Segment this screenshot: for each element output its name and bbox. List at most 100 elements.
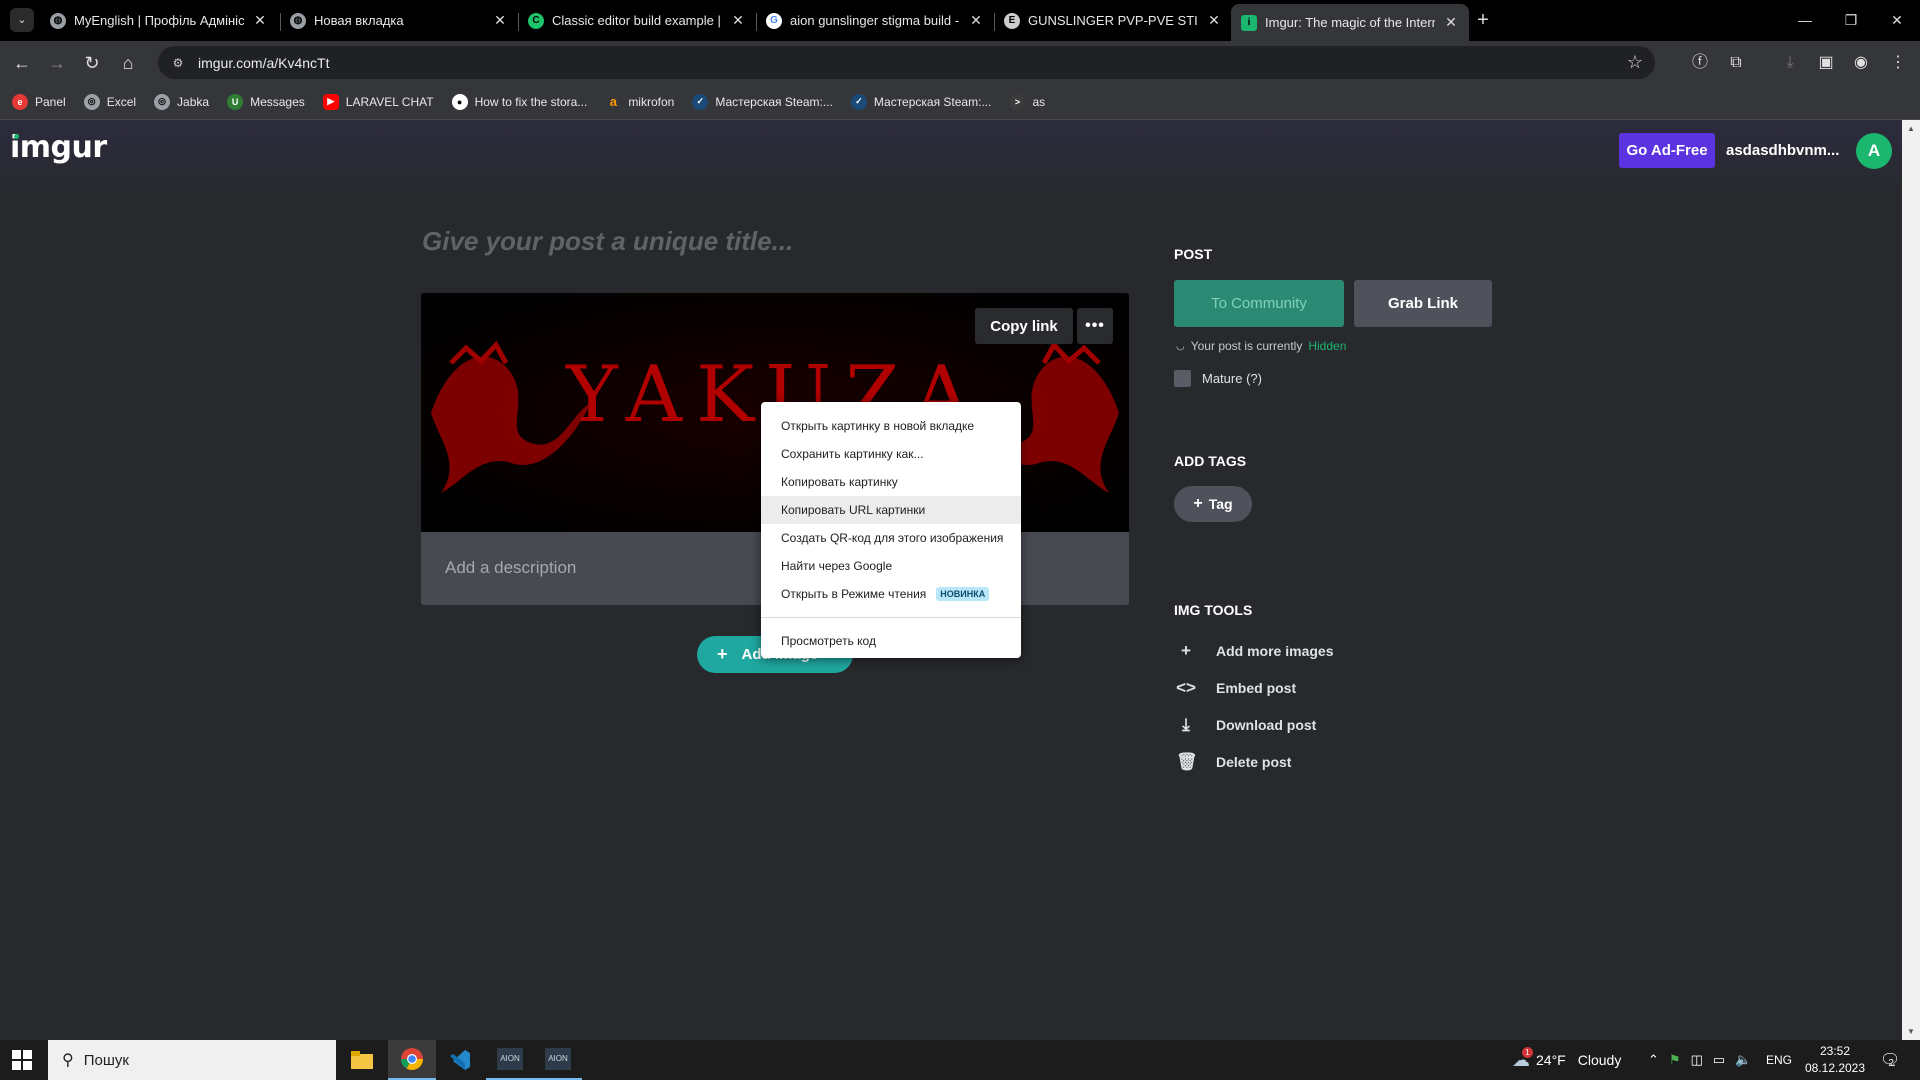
tab-strip: ⌄ ◍ MyEnglish | Профіль Адміністр ✕ ◍ Но…: [0, 0, 1920, 41]
network-icon[interactable]: ▭: [1713, 1052, 1725, 1068]
code-icon: <>: [1176, 678, 1196, 697]
aion-app-icon-1[interactable]: AION: [486, 1040, 534, 1080]
bookmark-label: How to fix the stora...: [474, 94, 588, 109]
close-icon[interactable]: ✕: [1206, 12, 1222, 29]
close-icon[interactable]: ✕: [968, 12, 984, 29]
grab-link-button[interactable]: Grab Link: [1354, 280, 1492, 327]
tool-label: Add more images: [1216, 643, 1334, 659]
add-more-images-tool[interactable]: + Add more images: [1176, 641, 1333, 661]
tab-3[interactable]: G aion gunslinger stigma build - S ✕: [756, 4, 994, 37]
chrome-taskbar-icon[interactable]: [388, 1040, 436, 1080]
ctx-create-qr-code[interactable]: Создать QR-код для этого изображения: [761, 524, 1021, 552]
bookmark-steam-2[interactable]: ✓ Мастерская Steam:...: [850, 93, 991, 110]
new-tab-plus-icon[interactable]: +: [1471, 8, 1495, 32]
ctx-copy-image[interactable]: Копировать картинку: [761, 468, 1021, 496]
vscode-icon[interactable]: [436, 1040, 484, 1080]
more-options-button[interactable]: •••: [1077, 308, 1113, 344]
bookmark-jabka[interactable]: ◎ Jabka: [154, 93, 209, 110]
image-context-menu: Открыть картинку в новой вкладке Сохрани…: [761, 402, 1021, 658]
extension-f-icon[interactable]: ⓕ: [1686, 49, 1714, 77]
close-icon[interactable]: ✕: [252, 12, 268, 29]
tab-title: Classic editor build example | C: [552, 13, 722, 28]
bookmark-laravel-chat[interactable]: ▶ LARAVEL CHAT: [322, 93, 434, 110]
page-scrollbar[interactable]: ▲ ▼: [1902, 120, 1920, 1040]
download-post-tool[interactable]: ⤓ Download post: [1176, 715, 1316, 735]
minimize-icon[interactable]: —: [1782, 8, 1828, 32]
close-icon[interactable]: ✕: [730, 12, 746, 29]
delete-post-tool[interactable]: 🗑 Delete post: [1176, 752, 1291, 772]
bookmark-as[interactable]: > as: [1009, 93, 1045, 110]
url-text[interactable]: imgur.com/a/Kv4ncTt: [198, 55, 330, 71]
forward-arrow-icon[interactable]: →: [43, 49, 71, 77]
ctx-reading-mode-label: Открыть в Режиме чтения: [781, 587, 927, 601]
ctx-open-reading-mode[interactable]: Открыть в Режиме чтения НОВИНКА: [761, 580, 1021, 608]
post-status: ◡ Your post is currently Hidden: [1176, 339, 1346, 353]
bookmark-mikrofon[interactable]: a mikrofon: [605, 94, 675, 110]
upwork-icon: U: [227, 93, 244, 110]
to-community-button[interactable]: To Community: [1174, 280, 1344, 327]
reload-icon[interactable]: ↻: [78, 49, 106, 77]
back-arrow-icon[interactable]: ←: [8, 49, 36, 77]
meet-icon[interactable]: ◫: [1691, 1052, 1703, 1068]
language-indicator[interactable]: ENG: [1766, 1040, 1792, 1080]
bookmark-fix-storage[interactable]: ● How to fix the stora...: [451, 93, 588, 110]
notification-center-icon[interactable]: 🗨 2: [1880, 1040, 1900, 1080]
kebab-menu-icon[interactable]: ⋮: [1884, 49, 1912, 77]
speaker-muted-icon[interactable]: 🔈: [1735, 1052, 1751, 1068]
file-explorer-icon[interactable]: [338, 1040, 386, 1080]
downloads-icon[interactable]: ⤓: [1776, 49, 1804, 77]
ctx-save-image-as[interactable]: Сохранить картинку как...: [761, 440, 1021, 468]
restore-icon[interactable]: ❐: [1828, 8, 1874, 32]
mature-checkbox[interactable]: [1174, 370, 1191, 387]
scroll-up-arrow-icon[interactable]: ▲: [1907, 124, 1915, 133]
tab-title: aion gunslinger stigma build - S: [790, 13, 960, 28]
home-icon[interactable]: ⌂: [114, 49, 142, 77]
tab-0[interactable]: ◍ MyEnglish | Профіль Адміністр ✕: [40, 4, 278, 37]
profile-icon[interactable]: ◉: [1847, 49, 1875, 77]
bookmark-excel[interactable]: ◎ Excel: [83, 93, 136, 110]
post-title-input[interactable]: Give your post a unique title...: [422, 226, 793, 257]
extensions-puzzle-icon[interactable]: ⧉: [1722, 49, 1750, 77]
aion-app-icon-2[interactable]: AION: [534, 1040, 582, 1080]
side-panel-icon[interactable]: ▣: [1812, 49, 1840, 77]
tab-4[interactable]: E GUNSLINGER PVP-PVE STIGMA ✕: [994, 4, 1232, 37]
go-ad-free-button[interactable]: Go Ad-Free: [1619, 133, 1715, 168]
tab-5-active[interactable]: i Imgur: The magic of the Interne ✕: [1231, 4, 1469, 41]
weather-widget[interactable]: ☁ 1 24°F Cloudy: [1512, 1040, 1621, 1080]
bookmark-star-icon[interactable]: ☆: [1627, 52, 1643, 73]
address-bar[interactable]: ⚙ imgur.com/a/Kv4ncTt ☆: [158, 46, 1655, 79]
avatar[interactable]: A: [1856, 133, 1892, 169]
close-icon[interactable]: ✕: [1443, 14, 1459, 31]
add-tag-button[interactable]: + Tag: [1174, 486, 1252, 522]
ctx-copy-image-url[interactable]: Копировать URL картинки: [761, 496, 1021, 524]
clock[interactable]: 23:52 08.12.2023: [1800, 1043, 1870, 1077]
scroll-down-arrow-icon[interactable]: ▼: [1907, 1027, 1915, 1036]
description-input[interactable]: Add a description: [445, 558, 576, 578]
taskbar-search[interactable]: ⚲ Пошук: [48, 1040, 336, 1080]
steam-icon: ✓: [692, 93, 709, 110]
ctx-search-google[interactable]: Найти через Google: [761, 552, 1021, 580]
imgur-logo[interactable]: imgur: [10, 130, 107, 165]
flag-icon[interactable]: ⚑: [1669, 1052, 1681, 1068]
status-hidden-link[interactable]: Hidden: [1308, 339, 1346, 353]
close-window-icon[interactable]: ✕: [1874, 8, 1920, 32]
bookmark-messages[interactable]: U Messages: [227, 93, 305, 110]
username[interactable]: asdasdhbvnm...: [1726, 142, 1839, 159]
ctx-open-image-new-tab[interactable]: Открыть картинку в новой вкладке: [761, 412, 1021, 440]
close-icon[interactable]: ✕: [492, 12, 508, 29]
windows-start-icon[interactable]: [12, 1050, 32, 1070]
tab-2[interactable]: C Classic editor build example | C ✕: [518, 4, 756, 37]
copy-link-button[interactable]: Copy link: [975, 308, 1073, 344]
chevron-up-icon[interactable]: ⌃: [1648, 1052, 1659, 1068]
site-info-icon[interactable]: ⚙: [170, 55, 186, 71]
tab-search-chevron-icon[interactable]: ⌄: [10, 8, 34, 32]
ctx-inspect[interactable]: Просмотреть код: [761, 627, 1021, 655]
tab-1[interactable]: ◍ Новая вкладка ✕: [280, 4, 518, 37]
bookmark-steam-1[interactable]: ✓ Мастерская Steam:...: [692, 93, 833, 110]
tool-label: Download post: [1216, 717, 1317, 733]
google-icon: G: [766, 12, 782, 29]
embed-post-tool[interactable]: <> Embed post: [1176, 678, 1296, 698]
bookmark-panel[interactable]: e Panel: [12, 93, 66, 110]
mature-label[interactable]: Mature (?): [1202, 371, 1262, 386]
windows-taskbar: ⚲ Пошук AION AION ☁ 1 24°F Cloudy ⌃ ⚑ ◫ ▭…: [0, 1040, 1920, 1080]
